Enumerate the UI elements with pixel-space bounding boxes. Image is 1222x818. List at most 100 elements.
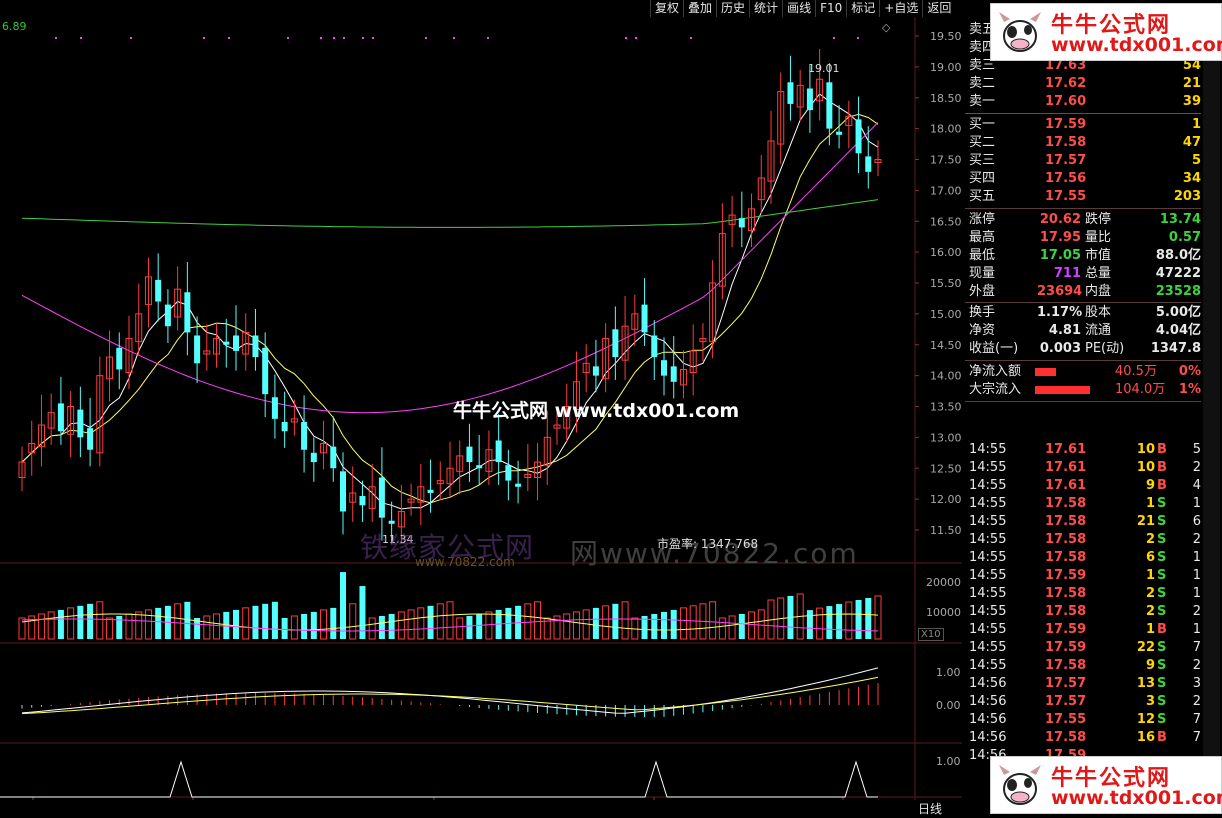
volume-bar — [874, 595, 882, 640]
signal-dot — [228, 37, 230, 39]
toolbar-mark-button[interactable]: 标记 — [846, 0, 879, 17]
order-quantity: 5 — [1191, 153, 1201, 168]
volume-bar — [77, 605, 84, 639]
toolbar-restore-rights-button[interactable]: 复权 — [650, 0, 683, 17]
volume-bar — [213, 613, 221, 640]
money-flow-row: 净流入额 40.5万 0% — [965, 363, 1201, 381]
trade-price: 17.58 — [1045, 550, 1087, 565]
stat-row: 外盘 23694 内盘 23528 — [965, 283, 1201, 301]
volume-multiplier-label: X10 — [918, 628, 944, 641]
price-tick-label: 19.50 — [930, 30, 962, 43]
tick-trade-row[interactable]: 14:56 17.55 12 S 7 — [965, 711, 1201, 729]
toolbar-draw-line-button[interactable]: 画线 — [782, 0, 815, 17]
signal-dot — [362, 37, 364, 39]
tick-trade-row[interactable]: 14:55 17.58 9 S 2 — [965, 657, 1201, 675]
tick-trade-row[interactable]: 14:55 17.58 2 S 1 — [965, 585, 1201, 603]
tick-trade-row[interactable]: 14:55 17.61 10 B 5 — [965, 441, 1201, 459]
trade-side: S — [1157, 712, 1167, 727]
toolbar-f10-button[interactable]: F10 — [815, 0, 846, 17]
tick-trade-row[interactable]: 14:55 17.58 2 S 2 — [965, 603, 1201, 621]
signal-dot — [203, 37, 205, 39]
candle-body — [281, 421, 288, 432]
trade-side: S — [1157, 676, 1167, 691]
order-book-sell-row[interactable]: 卖一 17.60 39 — [965, 93, 1201, 111]
order-level-label: 买三 — [969, 153, 996, 168]
volume-bar — [621, 601, 629, 640]
date-tick-label: 3 — [196, 799, 203, 800]
trade-volume: 2 — [1145, 604, 1155, 619]
trade-side: B — [1157, 442, 1167, 457]
trade-count: 1 — [1192, 568, 1201, 583]
candle-body — [223, 341, 230, 345]
ma60-line — [21, 199, 879, 228]
order-book-buy-row[interactable]: 买五 17.55 203 — [965, 188, 1201, 206]
tick-trade-row[interactable]: 14:55 17.58 1 S 1 — [965, 495, 1201, 513]
volume-bar — [718, 617, 726, 640]
volume-bar — [855, 600, 862, 639]
volume-bar — [670, 609, 677, 639]
tick-trade-row[interactable]: 14:56 17.58 16 B 7 — [965, 729, 1201, 747]
quote-panel-scrollbar[interactable] — [1203, 17, 1220, 800]
date-tick-label: 5 — [657, 799, 664, 800]
tick-trade-row[interactable]: 14:55 17.61 9 B 4 — [965, 477, 1201, 495]
order-book-buy-row[interactable]: 买四 17.56 34 — [965, 170, 1201, 188]
trade-side: S — [1157, 640, 1167, 655]
toolbar-back-button[interactable]: 返回 — [922, 0, 955, 17]
trade-price: 17.58 — [1045, 496, 1087, 511]
tick-trade-row[interactable]: 14:55 17.59 1 B 1 — [965, 621, 1201, 639]
toolbar-add-watchlist-button[interactable]: +自选 — [879, 0, 922, 17]
tick-trade-row[interactable]: 14:55 17.58 2 S 2 — [965, 531, 1201, 549]
watermark-center-text: 牛牛公式网 www.tdx001.com — [453, 400, 740, 422]
watermark-faint-url: www.70822.com — [415, 555, 515, 569]
tick-trade-row[interactable]: 14:56 17.57 3 S 2 — [965, 693, 1201, 711]
trade-time: 14:55 — [969, 442, 1007, 457]
order-book-buy-row[interactable]: 买二 17.58 47 — [965, 134, 1201, 152]
tick-trade-row[interactable]: 14:55 17.61 10 B 2 — [965, 459, 1201, 477]
toolbar-overlay-button[interactable]: 叠加 — [683, 0, 716, 17]
volume-bar — [806, 610, 813, 639]
stat-value: 1.17% — [1037, 305, 1083, 320]
tick-trade-row[interactable]: 14:55 17.59 1 S 1 — [965, 567, 1201, 585]
stat-label: 外盘 — [969, 284, 996, 299]
stat-label: 股本 — [1085, 305, 1112, 320]
tick-trade-row[interactable]: 14:55 17.58 21 S 6 — [965, 513, 1201, 531]
volume-bar — [816, 607, 824, 640]
volume-bar — [57, 609, 64, 639]
trade-price: 17.57 — [1045, 676, 1087, 691]
order-book-sell-row[interactable]: 卖二 17.62 21 — [965, 75, 1201, 93]
trade-volume: 6 — [1145, 550, 1155, 565]
signal-dot — [343, 37, 345, 39]
date-tick-label: 4 — [437, 799, 444, 800]
stat-value: 0.57 — [1168, 230, 1201, 245]
order-book-buy-row[interactable]: 买三 17.57 5 — [965, 152, 1201, 170]
volume-bar — [427, 605, 434, 639]
toolbar-statistics-button[interactable]: 统计 — [749, 0, 782, 17]
price-tick-label: 17.00 — [930, 184, 962, 197]
trade-count: 2 — [1192, 694, 1201, 709]
stat-label: 净资 — [969, 323, 996, 338]
period-label[interactable]: 日线 — [918, 800, 942, 817]
order-quantity: 203 — [1173, 189, 1201, 204]
volume-bar — [301, 613, 308, 639]
toolbar-history-button[interactable]: 历史 — [716, 0, 749, 17]
tick-trade-row[interactable]: 14:55 17.58 6 S 1 — [965, 549, 1201, 567]
volume-bar — [184, 601, 191, 639]
candle-body — [340, 471, 346, 512]
candle-body — [505, 465, 512, 481]
order-price: 17.62 — [1045, 76, 1087, 91]
tick-trade-row[interactable]: 14:55 17.59 22 S 7 — [965, 639, 1201, 657]
volume-bar — [845, 601, 853, 640]
order-price: 17.57 — [1045, 153, 1087, 168]
tick-trades-list[interactable]: 14:55 17.61 10 B 5 14:55 17.61 10 B 2 14:5… — [965, 441, 1201, 761]
order-book-buy-row[interactable]: 买一 17.59 1 — [965, 116, 1201, 134]
candle-body — [612, 329, 619, 358]
order-quantity: 21 — [1182, 76, 1201, 91]
watermark-badge-url: www.tdx001.com — [1051, 787, 1222, 809]
high-price-label: 19.01 — [808, 62, 840, 75]
trade-volume: 12 — [1136, 712, 1155, 727]
trade-count: 1 — [1192, 586, 1201, 601]
tick-trade-row[interactable]: 14:56 17.57 13 S 3 — [965, 675, 1201, 693]
volume-bar — [87, 603, 94, 639]
signal-dot — [625, 37, 627, 39]
volume-bar — [320, 609, 328, 640]
